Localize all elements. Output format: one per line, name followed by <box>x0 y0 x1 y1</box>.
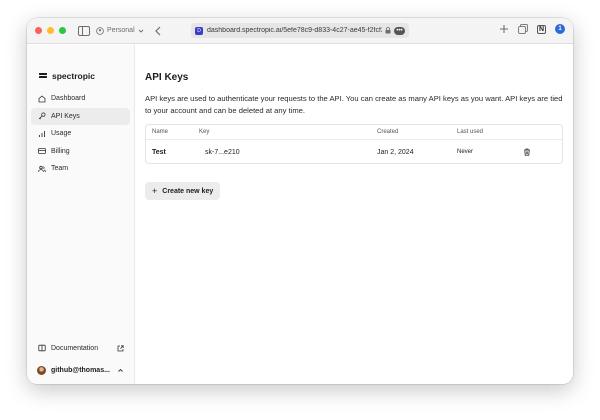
key-icon <box>38 112 46 120</box>
app-content: spectropic Dashboard API Keys Usage Bill… <box>27 45 573 384</box>
sidebar-footer: Documentation github@thomas... <box>31 324 130 384</box>
sidebar-item-dashboard[interactable]: Dashboard <box>31 90 130 108</box>
sidebar-nav: Dashboard API Keys Usage Billing Team <box>31 90 130 178</box>
sidebar-item-api-keys[interactable]: API Keys <box>31 107 130 125</box>
address-bar[interactable]: D dashboard.spectropic.ai/5efe78c9-d833-… <box>191 23 409 38</box>
api-keys-table: Name Key Created Last used Test sk-7...e… <box>145 124 563 164</box>
sidebar-item-team[interactable]: Team <box>31 160 130 178</box>
chevron-up-icon <box>118 368 123 372</box>
column-header-last-used: Last used <box>457 129 484 135</box>
sidebar-item-billing[interactable]: Billing <box>31 143 130 161</box>
key-value-cell: sk-7...e210 <box>205 148 240 156</box>
key-name-cell: Test <box>152 148 166 156</box>
brand[interactable]: spectropic <box>39 71 95 81</box>
sidebar: spectropic Dashboard API Keys Usage Bill… <box>27 45 135 384</box>
plus-icon: + <box>152 185 158 196</box>
window-controls <box>35 27 66 34</box>
page-description: API keys are used to authenticate your r… <box>145 94 563 115</box>
site-favicon: D <box>195 26 203 35</box>
sidebar-item-label: API Keys <box>51 112 80 120</box>
key-last-used-cell: Never <box>457 149 474 155</box>
avatar <box>37 365 46 375</box>
sidebar-icon[interactable] <box>78 25 90 36</box>
card-icon <box>38 147 46 155</box>
create-new-key-label: Create new key <box>162 187 214 195</box>
sidebar-item-usage[interactable]: Usage <box>31 125 130 143</box>
chevron-down-icon <box>138 29 143 33</box>
delete-key-button[interactable] <box>522 148 562 156</box>
password-icon[interactable]: 1 <box>555 24 565 34</box>
notion-icon[interactable]: N <box>537 24 546 34</box>
more-options-button[interactable]: ••• <box>394 26 405 35</box>
close-window-button[interactable] <box>35 27 42 34</box>
page-title: API Keys <box>145 72 189 83</box>
user-menu[interactable]: github@thomas... <box>31 362 130 378</box>
browser-toolbar: Personal D dashboard.spectropic.ai/5efe7… <box>27 18 573 44</box>
home-icon <box>38 95 46 103</box>
key-created-cell: Jan 2, 2024 <box>377 148 414 156</box>
lock-icon <box>385 27 391 34</box>
toolbar-actions: N 1 <box>499 24 565 34</box>
table-header: Name Key Created Last used <box>146 125 562 140</box>
sidebar-item-label: Billing <box>51 147 70 155</box>
external-link-icon <box>117 344 124 351</box>
documentation-link[interactable]: Documentation <box>31 340 130 356</box>
profile-label: Personal <box>107 27 135 34</box>
back-icon[interactable] <box>154 26 162 36</box>
team-icon <box>38 165 46 173</box>
chart-icon <box>38 130 46 138</box>
tabs-icon[interactable] <box>518 24 528 34</box>
url-text: dashboard.spectropic.ai/5efe78c9-d833-4c… <box>207 27 382 34</box>
column-header-created: Created <box>377 129 399 135</box>
brand-name: spectropic <box>52 71 95 81</box>
browser-window: Personal D dashboard.spectropic.ai/5efe7… <box>27 18 573 384</box>
profile-icon <box>96 26 104 35</box>
minimize-window-button[interactable] <box>47 27 54 34</box>
documentation-label: Documentation <box>51 344 99 352</box>
plus-icon[interactable] <box>499 24 509 34</box>
main-content: API Keys API keys are used to authentica… <box>135 45 573 384</box>
column-header-name: Name <box>152 129 169 135</box>
sidebar-item-label: Team <box>51 165 69 173</box>
table-row: Test sk-7...e210 Jan 2, 2024 Never <box>146 140 562 164</box>
sidebar-item-label: Usage <box>51 130 72 138</box>
sidebar-item-label: Dashboard <box>51 95 86 103</box>
user-label: github@thomas... <box>51 366 110 374</box>
trash-icon <box>524 148 530 156</box>
column-header-key: Key <box>199 129 210 135</box>
logo-icon <box>39 72 47 80</box>
profile-selector[interactable]: Personal <box>96 26 144 35</box>
zoom-window-button[interactable] <box>59 27 66 34</box>
book-icon <box>38 344 46 352</box>
create-new-key-button[interactable]: + Create new key <box>145 182 221 200</box>
